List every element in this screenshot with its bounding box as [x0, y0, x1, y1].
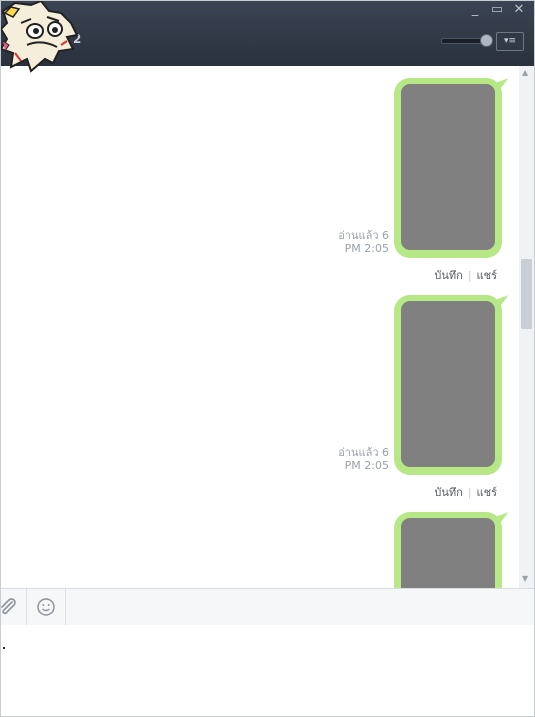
message-item: อ่านแล้ว 6 PM 2:05 บันทึก | แชร์ [1, 295, 519, 505]
message-list[interactable]: อ่านแล้ว 6 PM 2:05 บันทึก | แชร์ อ่านแล้ว … [1, 66, 519, 588]
message-time: PM 2:05 [344, 242, 389, 255]
message-item: อ่านแล้ว 6 PM 2:05 บันทึก | แชร์ [1, 78, 519, 288]
paperclip-icon [1, 598, 16, 615]
message-actions: บันทึก | แชร์ [434, 266, 497, 284]
image-attachment[interactable] [401, 301, 495, 467]
chat-window: 2 _ ▭ ✕ ▾≡ อ่านแล้ว 6 PM 2:05 บันทึก | แ… [0, 0, 535, 717]
save-link[interactable]: บันทึก [434, 486, 462, 499]
scrollbar-thumb[interactable] [521, 259, 532, 329]
minimize-button[interactable]: _ [467, 3, 483, 17]
slider-handle[interactable] [480, 34, 493, 47]
group-avatar[interactable] [1, 1, 79, 75]
cartoon-face-icon [1, 1, 79, 73]
message-time: PM 2:05 [344, 459, 389, 472]
message-actions: บันทึก | แชร์ [434, 483, 497, 501]
action-divider: | [467, 486, 472, 499]
sent-bubble [394, 512, 502, 588]
chat-scrollbar[interactable]: ▲ ▼ [519, 66, 534, 588]
action-divider: | [467, 269, 472, 282]
save-link[interactable]: บันทึก [434, 269, 462, 282]
message-item [1, 512, 519, 588]
image-attachment[interactable] [401, 518, 495, 588]
menu-button[interactable]: ▾≡ [496, 32, 524, 51]
emoji-button[interactable] [27, 589, 66, 625]
title-bar: 2 _ ▭ ✕ ▾≡ [1, 1, 534, 66]
sent-bubble [394, 78, 502, 258]
sent-bubble [394, 295, 502, 475]
attach-button[interactable] [1, 589, 27, 625]
scroll-up-arrow-icon[interactable]: ▲ [522, 68, 528, 77]
share-link[interactable]: แชร์ [477, 486, 497, 499]
close-button[interactable]: ✕ [511, 3, 527, 17]
maximize-button[interactable]: ▭ [489, 3, 505, 17]
smiley-icon [37, 598, 55, 616]
image-attachment[interactable] [401, 84, 495, 250]
message-input[interactable] [1, 625, 534, 716]
text-caret [3, 647, 5, 649]
share-link[interactable]: แชร์ [477, 269, 497, 282]
scroll-down-arrow-icon[interactable]: ▼ [522, 574, 528, 583]
compose-toolbar [1, 588, 534, 626]
